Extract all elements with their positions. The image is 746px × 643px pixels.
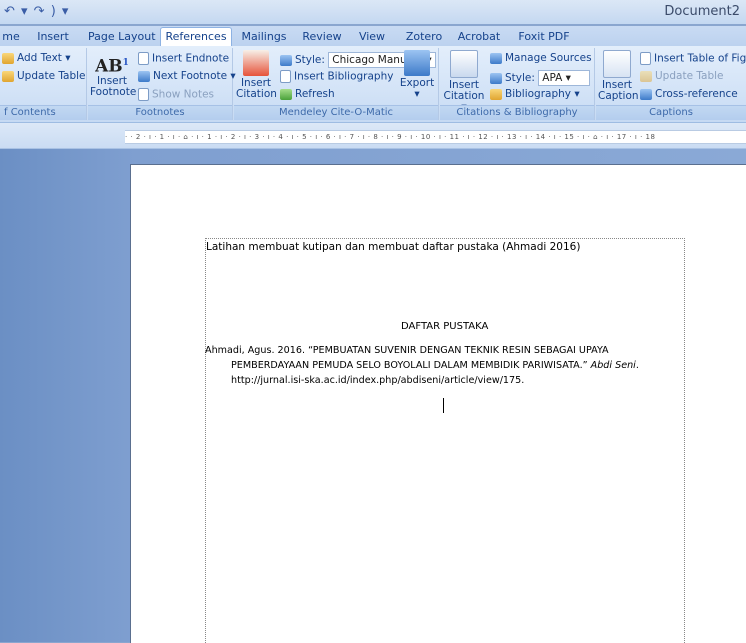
quick-access-toolbar[interactable]: ↶ ▾ ↷ ) ▾ [4,4,69,19]
endnote-icon [138,52,149,65]
tab-insert[interactable]: Insert [32,28,74,45]
mendeley-insert-citation-button[interactable]: Insert Citation [236,50,277,100]
document-title: Document2 [664,4,740,19]
update-table-figures-button[interactable]: Update Table [640,70,724,82]
tab-page-layout[interactable]: Page Layout [88,28,156,45]
citation-style-combo[interactable]: APA ▾ [538,70,591,86]
text-boundaries [205,238,685,643]
export-button[interactable]: Export ▾ [398,50,436,100]
show-notes-button[interactable]: Show Notes [138,88,214,101]
tab-foxit-pdf[interactable]: Foxit PDF [514,28,574,45]
add-text-button[interactable]: Add Text ▾ [2,52,71,64]
add-text-icon [2,52,14,64]
group-citations-bibliography: Insert Citation ▾ Manage Sources Style: … [440,48,595,120]
group-table-of-contents: Add Text ▾ Update Table f Contents [0,48,87,120]
reference-line-3-url[interactable]: http://jurnal.isi-ska.ac.id/index.php/ab… [231,375,524,386]
citation-style-icon [490,72,502,84]
footnote-ab-icon: AB1 [95,56,129,77]
tab-view[interactable]: View [356,28,388,45]
group-label-contents: f Contents [0,105,86,120]
cross-reference-icon [640,88,652,100]
insert-endnote-button[interactable]: Insert Endnote [138,52,229,65]
tab-home[interactable]: me [0,28,22,45]
manage-sources-button[interactable]: Manage Sources [490,52,592,64]
bibliography-button[interactable]: Bibliography ▾ [490,88,580,100]
tab-acrobat[interactable]: Acrobat [456,28,502,45]
next-footnote-button[interactable]: Next Footnote ▾ [138,70,236,82]
insert-table-of-figures-button[interactable]: Insert Table of Figur [640,52,746,65]
update-figures-icon [640,70,652,82]
table-of-figures-icon [640,52,651,65]
horizontal-ruler: · · 2 · ı · 1 · ı · ⌂ · ı · 1 · ı · 2 · … [0,123,746,149]
mendeley-citation-icon [243,50,269,76]
tab-references[interactable]: References [160,27,232,47]
group-captions: Insert Caption Insert Table of Figur Upd… [596,48,746,120]
ribbon-tabs: me Insert Page Layout References Mailing… [0,26,746,47]
update-table-icon [2,70,14,82]
group-label-mendeley: Mendeley Cite-O-Matic [234,105,438,120]
refresh-icon [280,88,292,100]
bibliography-book-icon [490,88,502,100]
insert-caption-button[interactable]: Insert Caption [598,50,639,102]
insert-footnote-button[interactable]: AB1 Insert Footnote [90,50,136,98]
manage-sources-icon [490,52,502,64]
insert-caption-icon [603,50,631,78]
export-icon [404,50,430,76]
export-dropdown-icon: ▾ [414,88,420,100]
tab-review[interactable]: Review [300,28,344,45]
journal-name: Abdi Seni [590,360,636,371]
group-footnotes: AB1 Insert Footnote Insert Endnote Next … [88,48,236,120]
group-label-captions: Captions [596,105,746,120]
next-footnote-icon [138,70,150,82]
text-cursor [443,398,444,413]
refresh-button[interactable]: Refresh [280,88,335,100]
ribbon: Add Text ▾ Update Table f Contents AB1 I… [0,46,746,123]
tab-zotero[interactable]: Zotero [404,28,444,45]
group-label-citations: Citations & Bibliography [440,105,594,120]
citation-style-select[interactable]: Style: APA ▾ [490,70,591,86]
reference-line-2[interactable]: PEMBERDAYAAN PEMUDA SELO BOYOLALI DALAM … [231,360,639,371]
group-mendeley: Insert Citation Style: Chicago Manua... … [234,48,439,120]
bibliography-icon [280,70,291,83]
show-notes-icon [138,88,149,101]
update-table-button[interactable]: Update Table [2,70,86,82]
document-heading[interactable]: Latihan membuat kutipan dan membuat daft… [206,241,580,253]
style-icon [280,54,292,66]
group-label-footnotes: Footnotes [88,105,232,120]
title-bar: ↶ ▾ ↷ ) ▾ Document2 [0,0,746,24]
insert-bibliography-button[interactable]: Insert Bibliography [280,70,393,83]
insert-citation-button[interactable]: Insert Citation ▾ [442,50,486,113]
ruler-scale[interactable]: · · 2 · ı · 1 · ı · ⌂ · ı · 1 · ı · 2 · … [125,130,746,144]
cross-reference-button[interactable]: Cross-reference [640,88,738,100]
tab-mailings[interactable]: Mailings [238,28,290,45]
bibliography-title[interactable]: DAFTAR PUSTAKA [401,321,488,332]
reference-line-1[interactable]: Ahmadi, Agus. 2016. “PEMBUATAN SUVENIR D… [205,345,609,356]
insert-citation-icon [450,50,478,78]
